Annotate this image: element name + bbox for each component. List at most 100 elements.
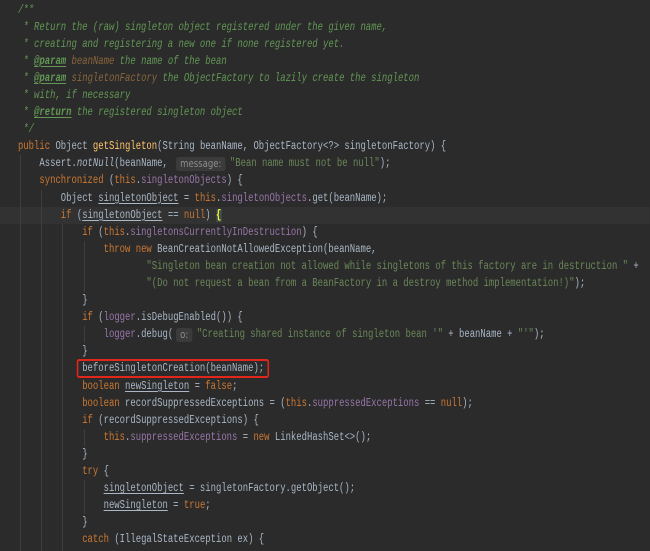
code-line[interactable]: if (this.singletonsCurrentlyInDestructio…	[0, 224, 650, 241]
code-line[interactable]: synchronized (this.singletonObjects) {	[0, 172, 650, 189]
code-text: ;	[232, 379, 238, 393]
code-line[interactable]: * @param beanName the name of the bean	[0, 53, 650, 70]
code-line[interactable]: }	[0, 292, 650, 309]
code-text: ==	[162, 208, 184, 222]
code-keyword: catch	[82, 533, 109, 547]
code-line[interactable]: }	[0, 343, 650, 360]
code-line[interactable]: if (logger.isDebugEnabled()) {	[0, 309, 650, 326]
code-line[interactable]: singletonObject = singletonFactory.getOb…	[0, 480, 650, 497]
code-line[interactable]: * creating and registering a new one if …	[0, 36, 650, 53]
code-line[interactable]: newSingleton = true;	[0, 497, 650, 514]
code-text: )	[205, 208, 217, 222]
doc-comment: *	[17, 106, 35, 120]
code-keyword: this	[103, 430, 126, 444]
code-keyword: if	[82, 413, 93, 427]
code-keyword: boolean	[82, 396, 120, 410]
code-keyword: new	[253, 430, 270, 444]
code-text: (IllegalStateException ex) {	[108, 533, 265, 547]
code-text: (recordSuppressedExceptions) {	[92, 413, 259, 427]
code-line[interactable]: if (recordSuppressedExceptions) {	[0, 412, 650, 429]
code-text: (beanName,	[114, 157, 174, 171]
code-text: =	[189, 379, 206, 393]
code-text: LinkedHashSet<>();	[269, 430, 372, 444]
doc-tag: @return	[34, 106, 72, 120]
code-text: .get(beanName);	[306, 191, 388, 205]
code-text: (	[92, 311, 104, 325]
code-text: );	[379, 157, 391, 171]
code-field-reference: logger	[103, 311, 136, 325]
code-line[interactable]: catch (IllegalStateException ex) {	[0, 531, 650, 548]
code-text: }	[17, 345, 88, 359]
code-field-reference: suppressedExceptions	[130, 430, 238, 444]
code-keyword: new	[135, 242, 152, 256]
code-reassigned-variable: singletonObject	[103, 482, 184, 496]
code-line[interactable]: */	[0, 121, 650, 138]
code-reassigned-variable: newSingleton	[103, 499, 168, 513]
code-keyword: throw	[103, 242, 131, 256]
code-line[interactable]: throw new BeanCreationNotAllowedExceptio…	[0, 241, 650, 258]
code-text: );	[462, 396, 473, 410]
code-text: BeanCreationNotAllowedException(beanName…	[151, 242, 377, 256]
code-line[interactable]: try {	[0, 463, 650, 480]
doc-comment: * creating and registering a new one if …	[17, 37, 345, 51]
code-reassigned-variable: newSingleton	[125, 379, 190, 393]
code-keyword: false	[205, 379, 233, 393]
code-editor[interactable]: /** * Return the (raw) singleton object …	[0, 0, 650, 551]
code-text: (	[92, 225, 104, 239]
code-keyword: this	[194, 191, 217, 205]
code-line[interactable]: "(Do not request a bean from a BeanFacto…	[0, 275, 650, 292]
code-line[interactable]: public Object getSingleton(String beanNa…	[0, 138, 650, 155]
code-text: }	[17, 516, 88, 530]
doc-comment: the registered singleton object	[71, 106, 243, 120]
code-lines[interactable]: /** * Return the (raw) singleton object …	[0, 0, 650, 549]
code-text: ==	[419, 396, 441, 410]
code-field-reference: singletonsCurrentlyInDestruction	[130, 225, 302, 239]
code-line[interactable]: "Singleton bean creation not allowed whi…	[0, 258, 650, 275]
code-text: (	[71, 208, 83, 222]
code-text: recordSuppressedExceptions = (	[119, 396, 286, 410]
code-keyword: boolean	[82, 379, 120, 393]
code-line[interactable]: logger.debug(o: "Creating shared instance…	[0, 326, 650, 343]
code-line[interactable]: /**	[0, 2, 650, 19]
code-line[interactable]: * Return the (raw) singleton object regi…	[0, 19, 650, 36]
code-keyword: if	[82, 311, 93, 325]
parameter-hint: message:	[176, 156, 226, 171]
code-line[interactable]: boolean recordSuppressedExceptions = (th…	[0, 395, 650, 412]
doc-comment: *	[17, 71, 35, 85]
code-keyword: null	[440, 396, 463, 410]
doc-param-name: singletonFactory	[71, 71, 158, 85]
code-line[interactable]: }	[0, 446, 650, 463]
code-line[interactable]: boolean newSingleton = false;	[0, 378, 650, 395]
code-line[interactable]: beforeSingletonCreation(beanName);	[0, 359, 650, 378]
code-line[interactable]: }	[0, 514, 650, 531]
doc-comment: the ObjectFactory to lazily create the s…	[157, 71, 420, 85]
code-line[interactable]: * @return the registered singleton objec…	[0, 104, 650, 121]
code-static-method-call: notNull	[76, 157, 115, 171]
code-string-literal: "(Do not request a bean from a BeanFacto…	[146, 277, 575, 290]
code-text: = singletonFactory.getObject();	[183, 482, 356, 496]
code-line[interactable]: Object singletonObject = this.singletonO…	[0, 190, 650, 207]
current-code-line[interactable]: if (singletonObject == null) {	[0, 206, 650, 224]
code-field-reference: suppressedExceptions	[312, 396, 420, 410]
code-line[interactable]: * with, if necessary	[0, 87, 650, 104]
code-line[interactable]: this.suppressedExceptions = new LinkedHa…	[0, 429, 650, 446]
doc-comment: *	[17, 54, 35, 68]
code-text: );	[533, 328, 545, 342]
code-field-reference: logger	[103, 328, 136, 342]
code-text: + beanName +	[442, 328, 518, 342]
code-line[interactable]: * @param singletonFactory the ObjectFact…	[0, 70, 650, 87]
code-text: ) {	[226, 174, 243, 188]
code-text: =	[178, 191, 195, 205]
code-keyword: if	[82, 225, 93, 239]
code-string-literal: "Singleton bean creation not allowed whi…	[146, 259, 629, 273]
code-field-reference: singletonObjects	[141, 174, 227, 188]
code-field-reference: singletonObjects	[221, 191, 307, 205]
code-line[interactable]: Assert.notNull(beanName, message: "Bean n…	[0, 155, 650, 172]
